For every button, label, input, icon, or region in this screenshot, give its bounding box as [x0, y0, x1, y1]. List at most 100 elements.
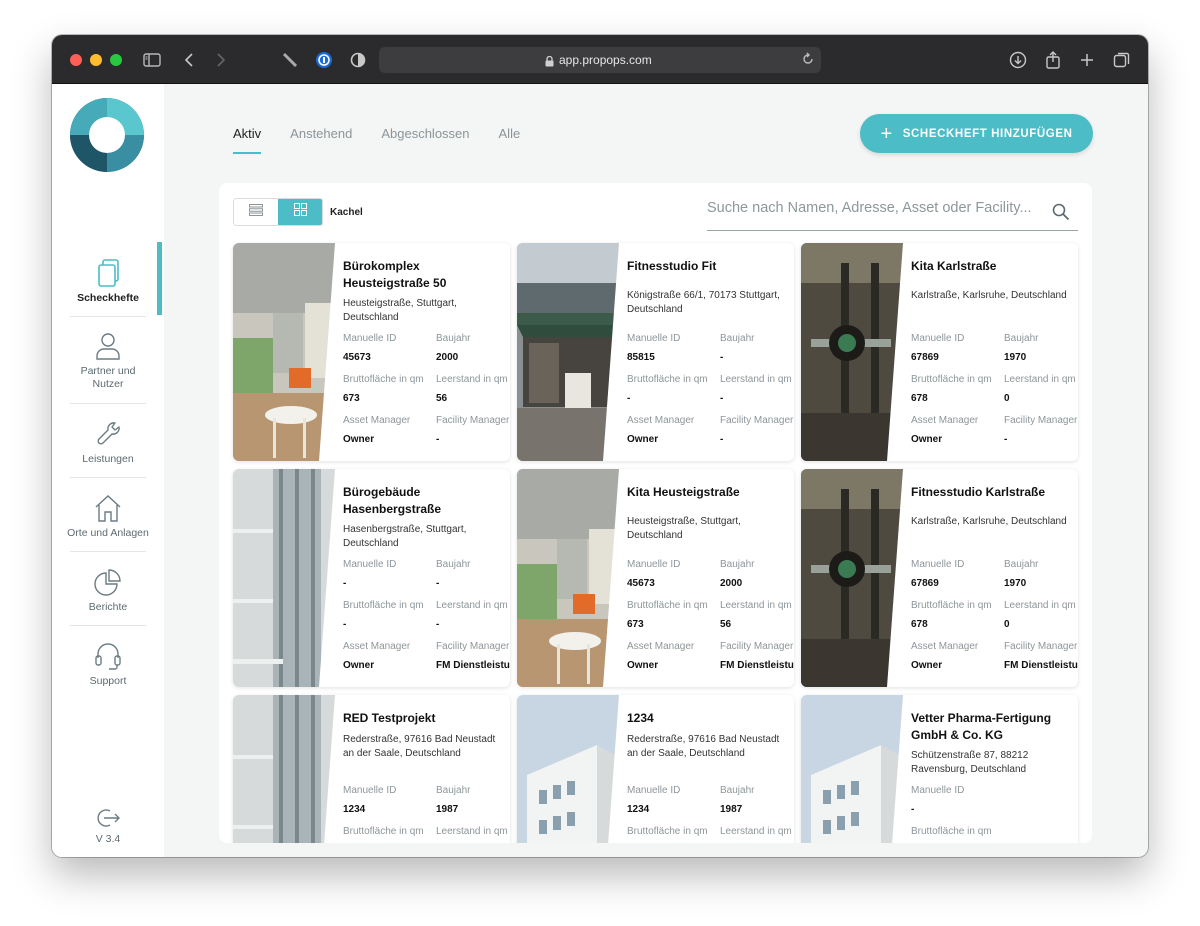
year-value: 1987	[436, 804, 459, 815]
card-title: Bürogebäude Hasenbergstraße	[343, 485, 442, 516]
tab-anstehend[interactable]: Anstehend	[290, 126, 352, 154]
manual-id-value: 1234	[627, 804, 650, 815]
tab-abgeschlossen[interactable]: Abgeschlossen	[381, 126, 469, 154]
card-title: Kita Heusteigstraße	[627, 485, 740, 499]
minimize-window-button[interactable]	[90, 54, 102, 66]
year-value: 1970	[1004, 352, 1027, 363]
house-icon	[52, 493, 164, 523]
card-title: Vetter Pharma-Fertigung GmbH & Co. KG	[911, 711, 1052, 742]
asset-manager-value: Owner	[343, 660, 375, 671]
scheckheft-card[interactable]: RED Testprojekt Rederstraße, 97616 Bad N…	[233, 695, 510, 843]
lock-icon	[545, 54, 554, 72]
password-manager-icon[interactable]	[313, 49, 335, 71]
tab-alle[interactable]: Alle	[499, 126, 521, 154]
pie-chart-icon	[52, 567, 164, 597]
card-title: Kita Karlstraße	[911, 259, 997, 273]
search-field	[707, 193, 1078, 231]
card-title: Bürokomplex Heusteigstraße 50	[343, 259, 447, 290]
pen-extension-icon[interactable]	[279, 49, 301, 71]
vacancy-value: -	[436, 619, 440, 630]
plus-icon: +	[880, 122, 893, 145]
grid-icon	[293, 203, 307, 221]
asset-manager-value: Owner	[343, 434, 375, 445]
search-icon[interactable]	[1052, 203, 1070, 226]
manual-id-value: 67869	[911, 578, 939, 589]
facility-manager-value: FM Dienstleistung	[720, 660, 794, 671]
shield-icon[interactable]	[347, 49, 369, 71]
property-image	[517, 695, 619, 843]
facility-manager-value: -	[1004, 434, 1008, 445]
sidebar-item-berichte[interactable]: Berichte	[52, 567, 164, 614]
scheckheft-card[interactable]: Bürokomplex Heusteigstraße 50 Heusteigst…	[233, 243, 510, 461]
sidebar-item-leistungen[interactable]: Leistungen	[52, 419, 164, 466]
manual-id-value: 67869	[911, 352, 939, 363]
property-image	[801, 469, 903, 687]
scheckheft-card[interactable]: Vetter Pharma-Fertigung GmbH & Co. KG Sc…	[801, 695, 1078, 843]
year-value: -	[436, 578, 440, 589]
back-icon[interactable]	[178, 49, 200, 71]
vacancy-value: 56	[436, 393, 448, 404]
wrench-icon	[52, 419, 164, 449]
zoom-window-button[interactable]	[110, 54, 122, 66]
list-icon	[249, 203, 263, 221]
property-image	[801, 243, 903, 461]
card-address: Schützenstraße 87, 88212 Ravensburg, Deu…	[911, 750, 1029, 775]
sidebar-item-partner-und-nutzer[interactable]: Partner und Nutzer	[52, 331, 164, 391]
search-input[interactable]	[707, 193, 1037, 223]
manual-id-value: 85815	[627, 352, 655, 363]
new-tab-icon[interactable]	[1076, 49, 1098, 71]
card-title: RED Testprojekt	[343, 711, 436, 725]
close-window-button[interactable]	[70, 54, 82, 66]
sidebar-item-scheckhefte[interactable]: Scheckhefte	[52, 258, 164, 305]
download-icon[interactable]	[1007, 49, 1029, 71]
asset-manager-value: Owner	[911, 434, 943, 445]
document-copy-icon	[52, 258, 164, 288]
sidebar-toggle-icon[interactable]	[141, 49, 163, 71]
card-address: Rederstraße, 97616 Bad Neustadt an der S…	[627, 734, 780, 759]
list-view-button[interactable]	[234, 199, 278, 225]
card-address: Rederstraße, 97616 Bad Neustadt an der S…	[343, 734, 496, 759]
share-icon[interactable]	[1042, 49, 1064, 71]
facility-manager-value: FM Dienstleistung	[436, 660, 510, 671]
manual-id-value: -	[911, 804, 915, 815]
sidebar-item-support[interactable]: Support	[52, 641, 164, 688]
add-scheckheft-button[interactable]: + SCHECKHEFT HINZUFÜGEN	[860, 114, 1093, 153]
property-image	[517, 469, 619, 687]
browser-toolbar: app.propops.com	[52, 35, 1148, 84]
version-label: V 3.4	[95, 833, 121, 845]
propops-logo	[70, 98, 144, 172]
headset-icon	[52, 641, 164, 671]
property-image	[517, 243, 619, 461]
vacancy-value: 0	[1004, 393, 1010, 404]
scheckheft-card[interactable]: Fitnesstudio Fit Königstraße 66/1, 70173…	[517, 243, 794, 461]
manual-id-value: -	[343, 578, 347, 589]
vacancy-value: 0	[1004, 619, 1010, 630]
tab-aktiv[interactable]: Aktiv	[233, 126, 262, 154]
scheckheft-card[interactable]: Fitnesstudio Karlstraße Karlstraße, Karl…	[801, 469, 1078, 687]
card-title: Fitnesstudio Karlstraße	[911, 485, 1046, 499]
reload-icon[interactable]	[801, 52, 815, 71]
asset-manager-value: Owner	[627, 660, 659, 671]
browser-window: app.propops.com Scheckhefte Partner und …	[52, 35, 1148, 857]
vacancy-value: 56	[720, 619, 732, 630]
forward-icon[interactable]	[210, 49, 232, 71]
address-bar[interactable]: app.propops.com	[379, 47, 821, 73]
card-address: Hasenbergstraße, Stuttgart, Deutschland	[343, 524, 467, 549]
view-mode-label: Kachel	[330, 207, 363, 218]
facility-manager-value: -	[720, 434, 724, 445]
scheckheft-panel: Kachel Suche nach Namen, Adresse, Asset …	[219, 183, 1092, 843]
card-address: Heusteigstraße, Stuttgart, Deutschland	[627, 516, 741, 541]
scheckheft-card[interactable]: Kita Heusteigstraße Heusteigstraße, Stut…	[517, 469, 794, 687]
scheckheft-card[interactable]: 1234 Rederstraße, 97616 Bad Neustadt an …	[517, 695, 794, 843]
url-text: app.propops.com	[559, 53, 652, 67]
tile-view-button[interactable]	[278, 199, 322, 225]
year-value: 2000	[720, 578, 743, 589]
sidebar-item-orte-und-anlagen[interactable]: Orte und Anlagen	[52, 493, 164, 540]
scheckheft-card[interactable]: Bürogebäude Hasenbergstraße Hasenbergstr…	[233, 469, 510, 687]
tab-overview-icon[interactable]	[1111, 49, 1133, 71]
property-image	[233, 695, 335, 843]
vacancy-value: -	[720, 393, 724, 404]
logout-button[interactable]	[52, 807, 164, 829]
year-value: 1987	[720, 804, 743, 815]
scheckheft-card[interactable]: Kita Karlstraße Karlstraße, Karlsruhe, D…	[801, 243, 1078, 461]
